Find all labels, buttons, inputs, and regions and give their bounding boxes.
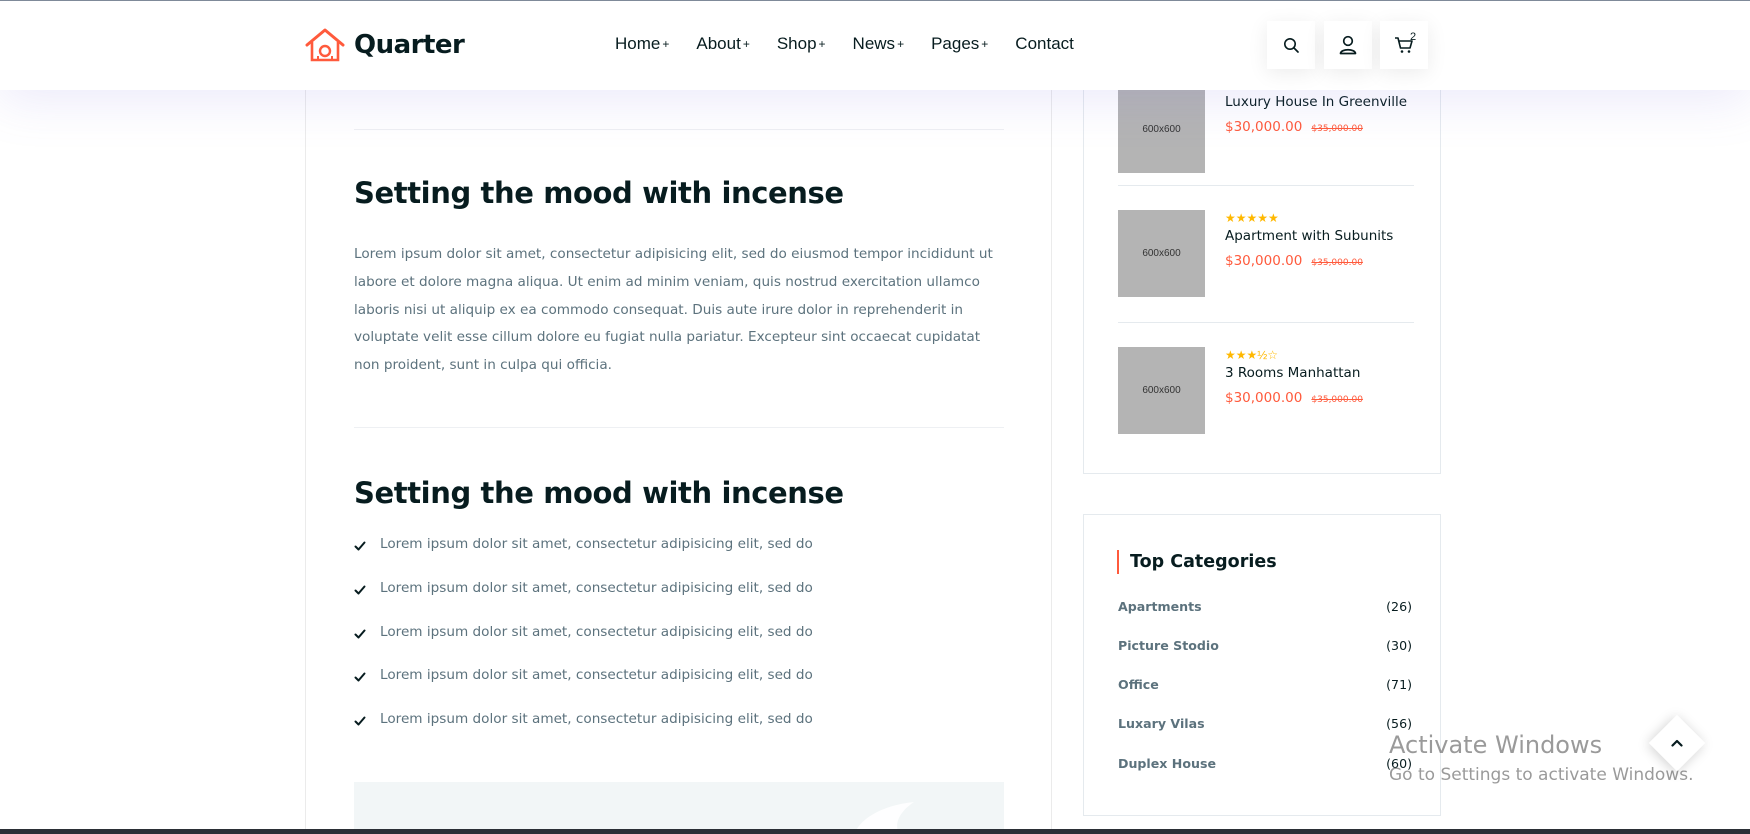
current-price: $30,000.00: [1225, 390, 1303, 406]
list-item-text: Lorem ipsum dolor sit amet, consectetur …: [380, 667, 813, 684]
widget-title: Top Categories: [1117, 550, 1277, 574]
nav-about-label: About: [696, 34, 741, 53]
search-button[interactable]: [1267, 21, 1315, 69]
product-thumbnail[interactable]: 600x600: [1118, 86, 1205, 173]
nav-contact-label: Contact: [1015, 34, 1074, 53]
site-header: Quarter Home + About + Shop + News + Pages + …: [0, 0, 1750, 90]
current-price: $30,000.00: [1225, 253, 1303, 269]
nav-shop-label: Shop: [776, 34, 817, 53]
product-item[interactable]: 600x600 ★★★★★ Apartment with Subunits $3…: [1118, 210, 1414, 297]
nav-news[interactable]: News +: [853, 34, 905, 54]
current-price: $30,000.00: [1225, 119, 1303, 135]
nav-news-label: News: [852, 34, 896, 53]
product-info: ★★★★★ Apartment with Subunits $30,000.00…: [1225, 212, 1393, 269]
user-icon: [1339, 35, 1357, 55]
category-item[interactable]: Picture Stodio (30): [1118, 638, 1412, 653]
category-item[interactable]: Apartments (26): [1118, 599, 1412, 614]
check-icon: [354, 672, 366, 682]
nav-home[interactable]: Home +: [615, 34, 669, 54]
category-name[interactable]: Apartments: [1118, 599, 1202, 614]
blockquote-box: [354, 782, 1004, 834]
category-count: (60): [1386, 756, 1412, 771]
list-item-text: Lorem ipsum dolor sit amet, consectetur …: [380, 536, 813, 552]
section-divider: [354, 129, 1004, 130]
product-info: ★★★½☆ 3 Rooms Manhattan $30,000.00 $35,0…: [1225, 349, 1363, 406]
account-button[interactable]: [1324, 21, 1372, 69]
house-logo-icon: [305, 28, 345, 62]
list-item: Lorem ipsum dolor sit amet, consectetur …: [354, 624, 813, 668]
window-top-border: [0, 0, 1750, 1]
list-item: Lorem ipsum dolor sit amet, consectetur …: [354, 711, 813, 755]
nav-shop-plus-icon: +: [818, 37, 826, 51]
category-name[interactable]: Duplex House: [1118, 756, 1216, 771]
category-count: (30): [1386, 638, 1412, 653]
product-separator: [1118, 185, 1414, 186]
cart-count-badge: 2: [1410, 31, 1417, 43]
category-count: (56): [1386, 716, 1412, 731]
taskbar-edge: [0, 829, 1750, 834]
nav-contact[interactable]: Contact: [1015, 34, 1074, 54]
product-price: $30,000.00 $35,000.00: [1225, 116, 1407, 135]
check-icon: [354, 629, 366, 639]
product-name[interactable]: Apartment with Subunits: [1225, 228, 1393, 244]
nav-about-plus-icon: +: [742, 37, 750, 51]
nav-pages-plus-icon: +: [981, 37, 989, 51]
scroll-to-top-button[interactable]: [1648, 714, 1706, 772]
list-item: Lorem ipsum dolor sit amet, consectetur …: [354, 580, 813, 624]
old-price: $35,000.00: [1311, 395, 1363, 405]
product-name[interactable]: 3 Rooms Manhattan: [1225, 365, 1363, 381]
old-price: $35,000.00: [1311, 124, 1363, 134]
old-price: $35,000.00: [1311, 258, 1363, 268]
quote-decoration-icon: [854, 802, 914, 834]
list-item-text: Lorem ipsum dolor sit amet, consectetur …: [380, 623, 813, 640]
category-name[interactable]: Luxary Vilas: [1118, 716, 1205, 731]
product-name[interactable]: Luxury House In Greenville: [1225, 94, 1407, 110]
category-item[interactable]: Luxary Vilas (56): [1118, 716, 1412, 731]
category-count: (26): [1386, 599, 1412, 614]
category-item[interactable]: Duplex House (60): [1118, 756, 1412, 771]
section-title: Setting the mood with incense: [354, 476, 844, 510]
list-item: Lorem ipsum dolor sit amet, consectetur …: [354, 536, 813, 580]
categories-widget: Top Categories Apartments (26) Picture S…: [1083, 514, 1441, 816]
product-item[interactable]: 600x600 Luxury House In Greenville $30,0…: [1118, 86, 1414, 173]
list-item: Lorem ipsum dolor sit amet, consectetur …: [354, 667, 813, 711]
section-title: Setting the mood with incense: [354, 176, 844, 210]
star-rating: ★★★½☆: [1225, 348, 1279, 362]
logo-text: Quarter: [354, 30, 465, 60]
check-icon: [354, 585, 366, 595]
product-thumbnail[interactable]: 600x600: [1118, 210, 1205, 297]
section-divider: [354, 427, 1004, 428]
product-info: Luxury House In Greenville $30,000.00 $3…: [1225, 92, 1407, 135]
main-nav: Home + About + Shop + News + Pages + Contact: [615, 34, 1101, 54]
product-thumbnail[interactable]: 600x600: [1118, 347, 1205, 434]
nav-home-label: Home: [615, 34, 661, 53]
chevron-up-icon: [1657, 723, 1697, 763]
product-price: $30,000.00 $35,000.00: [1225, 250, 1393, 269]
category-name[interactable]: Picture Stodio: [1118, 638, 1219, 653]
nav-home-plus-icon: +: [662, 37, 670, 51]
feature-checklist: Lorem ipsum dolor sit amet, consectetur …: [354, 536, 813, 755]
check-icon: [354, 541, 366, 551]
product-price: $30,000.00 $35,000.00: [1225, 387, 1363, 406]
product-item[interactable]: 600x600 ★★★½☆ 3 Rooms Manhattan $30,000.…: [1118, 347, 1414, 434]
product-separator: [1118, 322, 1414, 323]
list-item-text: Lorem ipsum dolor sit amet, consectetur …: [380, 579, 813, 596]
category-name[interactable]: Office: [1118, 677, 1159, 692]
list-item-text: Lorem ipsum dolor sit amet, consectetur …: [380, 711, 813, 728]
nav-news-plus-icon: +: [897, 37, 905, 51]
search-icon: [1283, 37, 1299, 53]
check-icon: [354, 716, 366, 726]
category-count: (71): [1386, 677, 1412, 692]
product-widget: 600x600 Luxury House In Greenville $30,0…: [1083, 60, 1441, 474]
star-rating: ★★★★★: [1225, 211, 1279, 225]
nav-pages[interactable]: Pages +: [931, 34, 988, 54]
nav-about[interactable]: About +: [696, 34, 749, 54]
section-paragraph: Lorem ipsum dolor sit amet, consectetur …: [354, 246, 993, 374]
nav-pages-label: Pages: [931, 34, 980, 53]
logo[interactable]: Quarter: [304, 26, 465, 64]
category-item[interactable]: Office (71): [1118, 677, 1412, 692]
cart-button[interactable]: 2: [1380, 21, 1428, 69]
nav-shop[interactable]: Shop +: [777, 34, 826, 54]
